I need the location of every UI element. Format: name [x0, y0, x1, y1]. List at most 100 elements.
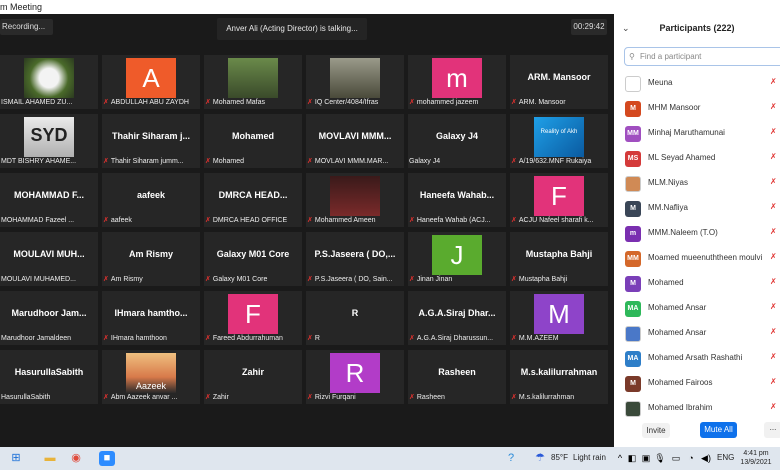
video-tile[interactable]: M.s.kalilurrahman ✗ M.s.kalilurrahman	[510, 350, 608, 404]
video-tile[interactable]: F ✗ Fareed Abdurrahuman	[204, 291, 302, 345]
tile-label-text: A.G.A.Siraj Dharussun...	[416, 335, 494, 342]
participant-row[interactable]: M MM.Nafliya ✗	[614, 197, 780, 222]
battery-icon[interactable]: ▭	[668, 451, 684, 466]
weather-text: Light rain	[573, 453, 606, 462]
video-tile[interactable]: J ✗ Jinan Jinan	[408, 232, 506, 286]
video-tile[interactable]: R ✗ Rizvi Furqani	[306, 350, 404, 404]
participant-row[interactable]: Meuna ✗	[614, 72, 780, 97]
video-tile[interactable]: M ✗ M.M.AZEEM	[510, 291, 608, 345]
mute-all-button[interactable]: Mute All	[700, 422, 737, 438]
chrome-icon[interactable]: ◉	[68, 451, 84, 466]
video-tile[interactable]: ✗ Mohamed Mafas	[204, 55, 302, 109]
weather-icon[interactable]: ☂	[532, 451, 548, 466]
tile-name-label: ✗ mohammed jazeem	[409, 98, 504, 108]
video-tile[interactable]: IHmara hamtho... ✗ IHmara hamthoon	[102, 291, 200, 345]
muted-mic-icon[interactable]: ✗	[770, 377, 777, 386]
video-tile[interactable]: ✗ Mohammed Ameen	[306, 173, 404, 227]
video-tile[interactable]: SYD MDT BISHRY AHAME...	[0, 114, 98, 168]
video-tile[interactable]: ✗ IQ Center/4084/Ifras	[306, 55, 404, 109]
tile-name-label: ✗ Haneefa Wahab (ACJ...	[409, 216, 504, 226]
participant-name: Mohamed Ansar	[648, 328, 707, 337]
participant-row[interactable]: M MHM Mansoor ✗	[614, 97, 780, 122]
video-tile[interactable]: Mustapha Bahji ✗ Mustapha Bahji	[510, 232, 608, 286]
participant-avatar: MM	[625, 251, 641, 267]
video-tile[interactable]: MOVLAVI MMM... ✗ MOVLAVI MMM.MAR...	[306, 114, 404, 168]
tile-label-text: MOHAMMAD Fazeel ...	[1, 217, 75, 224]
video-tile[interactable]: ARM. Mansoor ✗ ARM. Mansoor	[510, 55, 608, 109]
muted-mic-icon[interactable]: ✗	[770, 102, 777, 111]
participant-name: Mohamed Ansar	[648, 303, 707, 312]
participant-row[interactable]: m MMM.Naleem (T.O) ✗	[614, 222, 780, 247]
muted-mic-icon: ✗	[103, 335, 109, 342]
participant-search-input[interactable]: ⚲ Find a participant	[624, 47, 780, 66]
video-tile[interactable]: A.G.A.Siraj Dhar... ✗ A.G.A.Siraj Dharussu…	[408, 291, 506, 345]
tile-label-text: Mohamed	[212, 158, 245, 165]
video-tile[interactable]: ISMAIL AHAMED ZU...	[0, 55, 98, 109]
video-tile[interactable]: Thahir Siharam j... ✗ Thahir Siharam jumm.…	[102, 114, 200, 168]
help-icon[interactable]: ?	[503, 451, 519, 466]
volume-icon[interactable]: ◀)	[698, 451, 714, 466]
tile-label-text: Marudhoor Jamaldeen	[1, 335, 72, 342]
video-tile[interactable]: Galaxy J4 Galaxy J4	[408, 114, 506, 168]
video-tile[interactable]: Aazeek ✗ Abm Aazeek anvar ...	[102, 350, 200, 404]
video-tile[interactable]: MOULAVI MUH... MOULAVI MUHAMED...	[0, 232, 98, 286]
participant-row[interactable]: MLM.Niyas ✗	[614, 172, 780, 197]
clock-date: 13/9/2021	[740, 459, 772, 466]
participant-photo	[24, 58, 74, 98]
video-tile[interactable]: MOHAMMAD F... MOHAMMAD Fazeel ...	[0, 173, 98, 227]
start-icon[interactable]: ⊞	[8, 451, 24, 466]
more-options-button[interactable]: ...	[764, 422, 780, 438]
muted-mic-icon[interactable]: ✗	[770, 302, 777, 311]
participant-row[interactable]: M Mohamed ✗	[614, 272, 780, 297]
video-tile[interactable]: aafeek ✗ aafeek	[102, 173, 200, 227]
network-icon[interactable]: ◔	[683, 451, 699, 466]
video-tile[interactable]: Haneefa Wahab... ✗ Haneefa Wahab (ACJ...	[408, 173, 506, 227]
file-explorer-icon[interactable]: ▬	[42, 451, 58, 466]
muted-mic-icon[interactable]: ✗	[770, 252, 777, 261]
muted-mic-icon[interactable]: ✗	[770, 327, 777, 336]
language-indicator[interactable]: ENG	[717, 453, 734, 462]
video-tile[interactable]: DMRCA HEAD... ✗ DMRCA HEAD OFFICE	[204, 173, 302, 227]
video-tile[interactable]: A ✗ ABDULLAH ABU ZAYDH	[102, 55, 200, 109]
video-tile[interactable]: F ✗ ACJU Nafeel sharafi k...	[510, 173, 608, 227]
video-tile[interactable]: Mohamed ✗ Mohamed	[204, 114, 302, 168]
muted-mic-icon[interactable]: ✗	[770, 352, 777, 361]
participant-row[interactable]: MA Mohamed Ansar ✗	[614, 297, 780, 322]
participant-row[interactable]: MM Minhaj Maruthamunai ✗	[614, 122, 780, 147]
muted-mic-icon[interactable]: ✗	[770, 202, 777, 211]
muted-mic-icon[interactable]: ✗	[770, 127, 777, 136]
muted-mic-icon[interactable]: ✗	[770, 227, 777, 236]
participant-row[interactable]: MM Moamed mueenuththeen moulvi ✗	[614, 247, 780, 272]
video-tile[interactable]: Am Rismy ✗ Am Rismy	[102, 232, 200, 286]
tile-label-text: Rizvi Furqani	[314, 394, 356, 401]
video-tile[interactable]: HasurullaSabith HasurullaSabith	[0, 350, 98, 404]
muted-mic-icon[interactable]: ✗	[770, 177, 777, 186]
video-tile[interactable]: Rasheen ✗ Rasheen	[408, 350, 506, 404]
video-tile[interactable]: Reality of Akh ✗ A/19/632.MNF Rukaiya	[510, 114, 608, 168]
video-tile[interactable]: Galaxy M01 Core ✗ Galaxy M01 Core	[204, 232, 302, 286]
participant-row[interactable]: MS ML Seyad Ahamed ✗	[614, 147, 780, 172]
microphone-icon[interactable]: 🎙	[652, 451, 668, 466]
video-tile[interactable]: R ✗ R	[306, 291, 404, 345]
participant-row[interactable]: M Mohamed Fairoos ✗	[614, 372, 780, 397]
tile-display-name: P.S.Jaseera ( DO,...	[314, 249, 396, 259]
invite-button[interactable]: Invite	[642, 423, 670, 438]
video-tile[interactable]: Zahir ✗ Zahir	[204, 350, 302, 404]
participant-row[interactable]: MA Mohamed Arsath Rashathi ✗	[614, 347, 780, 372]
recording-indicator[interactable]: Recording...	[0, 19, 54, 35]
participant-row[interactable]: Mohamed Ansar ✗	[614, 322, 780, 347]
tile-label-text: Rasheen	[416, 394, 445, 401]
taskbar-clock[interactable]: 4:41 pm 13/9/2021	[736, 449, 776, 467]
participants-title: Participants (222)	[659, 23, 735, 33]
muted-mic-icon[interactable]: ✗	[770, 402, 777, 411]
muted-mic-icon[interactable]: ✗	[770, 77, 777, 86]
video-tile[interactable]: P.S.Jaseera ( DO,... ✗ P.S.Jaseera ( DO, S…	[306, 232, 404, 286]
muted-mic-icon: ✗	[307, 276, 313, 283]
video-tile[interactable]: m ✗ mohammed jazeem	[408, 55, 506, 109]
zoom-app-icon[interactable]: ■	[99, 451, 115, 466]
video-tile[interactable]: Marudhoor Jam... Marudhoor Jamaldeen	[0, 291, 98, 345]
muted-mic-icon[interactable]: ✗	[770, 152, 777, 161]
participant-avatar: MM	[625, 126, 641, 142]
muted-mic-icon[interactable]: ✗	[770, 277, 777, 286]
participant-name: Mohamed Ibrahim	[648, 403, 713, 412]
